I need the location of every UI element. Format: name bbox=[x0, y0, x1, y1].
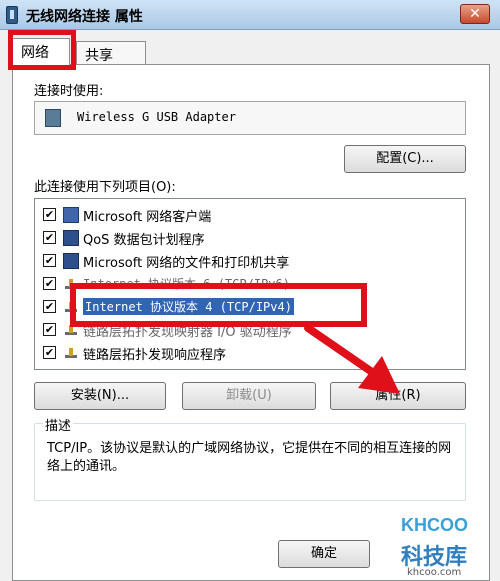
list-item-label: QoS 数据包计划程序 bbox=[83, 233, 205, 248]
adapter-name: Wireless G USB Adapter bbox=[77, 110, 236, 124]
red-arrow-icon bbox=[304, 324, 400, 394]
watermark-logo: KHCOO bbox=[401, 515, 468, 535]
checkbox[interactable]: ✔ bbox=[43, 277, 56, 290]
adapter-icon bbox=[45, 109, 61, 127]
configure-button[interactable]: 配置(C)... bbox=[344, 145, 466, 173]
checkbox[interactable]: ✔ bbox=[43, 231, 56, 244]
protocol-icon bbox=[63, 345, 79, 361]
list-item[interactable]: ✔ QoS 数据包计划程序 bbox=[43, 227, 463, 249]
highlight-box-network-tab bbox=[8, 30, 76, 70]
watermark: KHCOO 科技库 khcoo.com bbox=[395, 515, 495, 581]
adapter-box: Wireless G USB Adapter bbox=[34, 101, 466, 135]
checkbox[interactable]: ✔ bbox=[43, 254, 56, 267]
checkbox[interactable]: ✔ bbox=[43, 346, 56, 359]
ok-button[interactable]: 确定 bbox=[278, 540, 370, 568]
checkbox[interactable]: ✔ bbox=[43, 300, 56, 313]
list-item-label: Microsoft 网络的文件和打印机共享 bbox=[83, 256, 290, 271]
watermark-url: khcoo.com bbox=[407, 567, 462, 578]
close-button[interactable]: ✕ bbox=[460, 4, 490, 24]
uninstall-button[interactable]: 卸载(U) bbox=[182, 382, 316, 410]
window-title: 无线网络连接 属性 bbox=[26, 9, 143, 25]
description-text: TCP/IP。该协议是默认的广域网络协议，它提供在不同的相互连接的网络上的通讯。 bbox=[47, 441, 452, 474]
list-item-label: Microsoft 网络客户端 bbox=[83, 210, 212, 225]
tab-sharing[interactable]: 共享 bbox=[76, 41, 146, 64]
list-item[interactable]: ✔ Microsoft 网络客户端 bbox=[43, 204, 463, 226]
connect-using-label: 连接时使用: bbox=[34, 84, 104, 99]
checkbox[interactable]: ✔ bbox=[43, 323, 56, 336]
network-client-icon bbox=[63, 207, 79, 223]
list-item[interactable]: ✔ Microsoft 网络的文件和打印机共享 bbox=[43, 250, 463, 272]
description-group: 描述 TCP/IP。该协议是默认的广域网络协议，它提供在不同的相互连接的网络上的… bbox=[34, 415, 466, 501]
title-bar: 无线网络连接 属性 ✕ bbox=[0, 0, 500, 30]
window-icon bbox=[6, 6, 18, 24]
description-title: 描述 bbox=[43, 415, 74, 434]
checkbox[interactable]: ✔ bbox=[43, 208, 56, 221]
list-item-label: 链路层拓扑发现响应程序 bbox=[83, 348, 227, 363]
install-button[interactable]: 安装(N)... bbox=[34, 382, 166, 410]
service-icon bbox=[63, 230, 79, 246]
items-label: 此连接使用下列项目(O): bbox=[34, 180, 176, 195]
service-icon bbox=[63, 253, 79, 269]
